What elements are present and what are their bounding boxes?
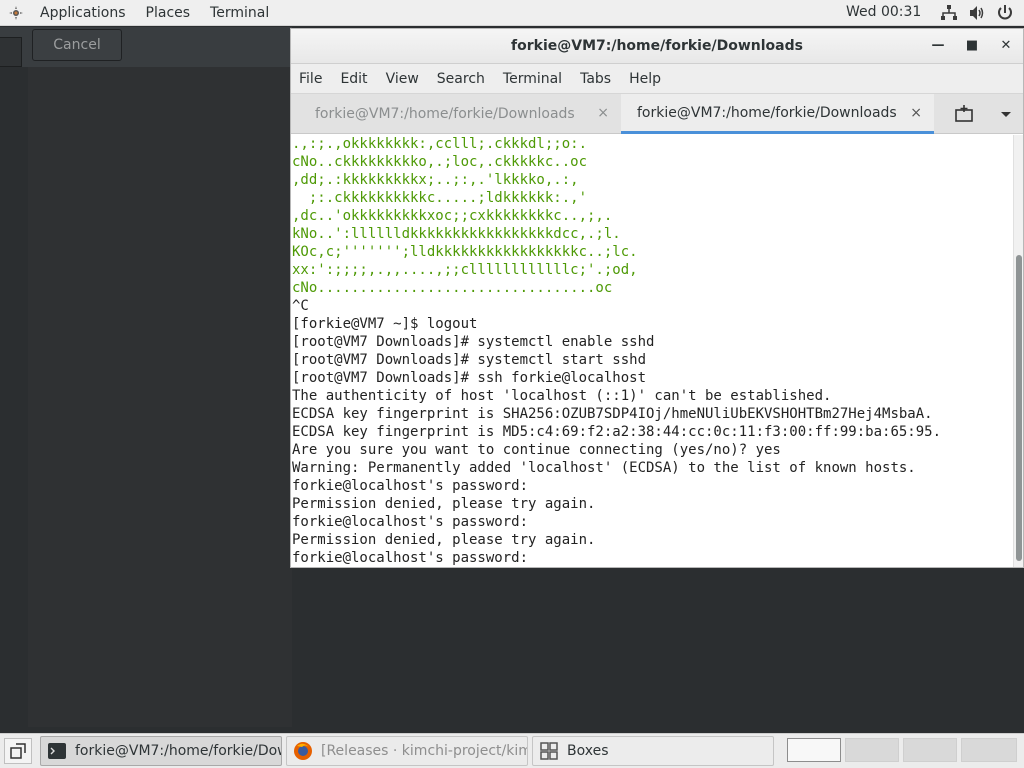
tab-bar: forkie@VM7:/home/forkie/Downloads × fork… — [291, 94, 1023, 134]
terminal-line: ECDSA key fingerprint is MD5:c4:69:f2:a2… — [292, 424, 942, 440]
workspace-3[interactable] — [903, 738, 957, 762]
tab-close-icon[interactable]: × — [597, 105, 609, 121]
show-desktop-icon — [10, 743, 26, 759]
boxes-icon — [540, 742, 558, 760]
terminal-window[interactable]: forkie@VM7:/home/forkie/Downloads — ■ ✕ … — [290, 28, 1024, 568]
menu-tabs[interactable]: Tabs — [580, 71, 611, 87]
power-icon[interactable] — [996, 4, 1014, 22]
terminal-line: The authenticity of host 'localhost (::1… — [292, 388, 832, 404]
task-firefox[interactable]: [Releases · kimchi-project/kimch... — [286, 736, 528, 766]
background-dialog-header: Cancel — [0, 27, 292, 67]
workspace-4[interactable] — [961, 738, 1017, 762]
tab-label: forkie@VM7:/home/forkie/Downloads — [315, 106, 575, 122]
terminal-line: ,dd;.:kkkkkkkkkx;..;:,.'lkkkko,.:, — [292, 172, 579, 188]
terminal-icon — [48, 743, 66, 759]
terminal-line: cNo..ckkkkkkkkko,.;loc,.ckkkkkc..oc — [292, 154, 588, 170]
terminal-line: xx:':;;;;,.,,....,;;cllllllllllllc;'.;od… — [292, 262, 638, 278]
terminal-line: kNo..':lllllldkkkkkkkkkkkkkkkkkdcc,.;l. — [292, 226, 621, 242]
terminal-line: ,dc..'okkkkkkkkkxoc;;cxkkkkkkkkc..,;,. — [292, 208, 613, 224]
task-label: forkie@VM7:/home/forkie/Dow... — [75, 743, 282, 759]
terminal-line: ;:.ckkkkkkkkkkc.....;ldkkkkkk:.,' — [292, 190, 588, 206]
places-menu[interactable]: Places — [136, 5, 201, 21]
minimize-icon[interactable]: — — [929, 37, 947, 55]
background-dialog-left — [0, 67, 28, 727]
terminal-line: forkie@localhost's password: — [292, 478, 529, 494]
task-boxes[interactable]: Boxes — [532, 736, 774, 766]
terminal-line: Are you sure you want to continue connec… — [292, 442, 781, 458]
terminal-line: .,:;.,okkkkkkkk:,cclll;.ckkkdl;;o:. — [292, 136, 588, 152]
background-dialog-body — [28, 67, 292, 727]
system-tray[interactable] — [940, 4, 1014, 22]
background-dialog-edge — [0, 37, 22, 67]
terminal-line: forkie@localhost's password: — [292, 514, 529, 530]
bottom-taskbar: forkie@VM7:/home/forkie/Dow... [Releases… — [0, 733, 1024, 768]
window-title: forkie@VM7:/home/forkie/Downloads — [511, 38, 803, 54]
menu-file[interactable]: File — [299, 71, 322, 87]
new-tab-icon[interactable] — [954, 104, 974, 124]
scrollbar-thumb[interactable] — [1016, 255, 1022, 561]
task-terminal[interactable]: forkie@VM7:/home/forkie/Dow... — [40, 736, 282, 766]
network-icon[interactable] — [940, 4, 958, 22]
terminal-line: Warning: Permanently added 'localhost' (… — [292, 460, 916, 476]
terminal-line: [root@VM7 Downloads]# systemctl start ss… — [292, 352, 647, 368]
volume-icon[interactable] — [968, 4, 986, 22]
terminal-line: Permission denied, please try again. — [292, 496, 596, 512]
terminal-line: Permission denied, please try again. — [292, 532, 596, 548]
terminal-line: [root@VM7 Downloads]# ssh forkie@localho… — [292, 370, 647, 386]
terminal-line: ECDSA key fingerprint is SHA256:OZUB7SDP… — [292, 406, 933, 422]
menu-help[interactable]: Help — [629, 71, 661, 87]
maximize-icon[interactable]: ■ — [963, 37, 981, 55]
cancel-button[interactable]: Cancel — [32, 29, 122, 61]
menu-bar: File Edit View Search Terminal Tabs Help — [291, 64, 1023, 94]
chevron-down-icon[interactable] — [999, 104, 1013, 124]
applications-menu[interactable]: Applications — [30, 5, 136, 21]
workspace-2[interactable] — [845, 738, 899, 762]
top-panel: Applications Places Terminal Wed 00:31 — [0, 0, 1024, 26]
terminal-line: cNo.................................oc — [292, 280, 613, 296]
tab-1[interactable]: forkie@VM7:/home/forkie/Downloads × — [291, 94, 621, 134]
terminal-line: forkie@localhost's password: — [292, 550, 529, 566]
menu-terminal[interactable]: Terminal — [503, 71, 562, 87]
terminal-app-menu[interactable]: Terminal — [200, 5, 279, 21]
workspace-1[interactable] — [787, 738, 841, 762]
terminal-line: KOc,c;''''''';lldkkkkkkkkkkkkkkkkkc..;lc… — [292, 244, 638, 260]
task-label: Boxes — [567, 743, 609, 759]
clock[interactable]: Wed 00:31 — [846, 4, 921, 20]
applications-icon[interactable] — [8, 5, 24, 21]
scrollbar[interactable] — [1013, 135, 1023, 567]
menu-edit[interactable]: Edit — [340, 71, 367, 87]
tab-2[interactable]: forkie@VM7:/home/forkie/Downloads × — [621, 94, 934, 134]
firefox-icon — [294, 742, 312, 760]
tab-label: forkie@VM7:/home/forkie/Downloads — [637, 104, 897, 121]
show-desktop-button[interactable] — [4, 738, 32, 764]
terminal-output[interactable]: .,:;.,okkkkkkkk:,cclll;.ckkkdl;;o:. cNo..… — [291, 135, 1013, 567]
close-icon[interactable]: ✕ — [997, 37, 1015, 55]
terminal-line: [forkie@VM7 ~]$ logout — [292, 316, 478, 332]
window-titlebar[interactable]: forkie@VM7:/home/forkie/Downloads — ■ ✕ — [291, 29, 1023, 64]
terminal-line: [root@VM7 Downloads]# systemctl enable s… — [292, 334, 655, 350]
menu-search[interactable]: Search — [437, 71, 485, 87]
menu-view[interactable]: View — [386, 71, 419, 87]
tab-close-icon[interactable]: × — [910, 105, 922, 121]
terminal-line: ^C — [292, 298, 309, 314]
task-label: [Releases · kimchi-project/kimch... — [321, 743, 527, 759]
